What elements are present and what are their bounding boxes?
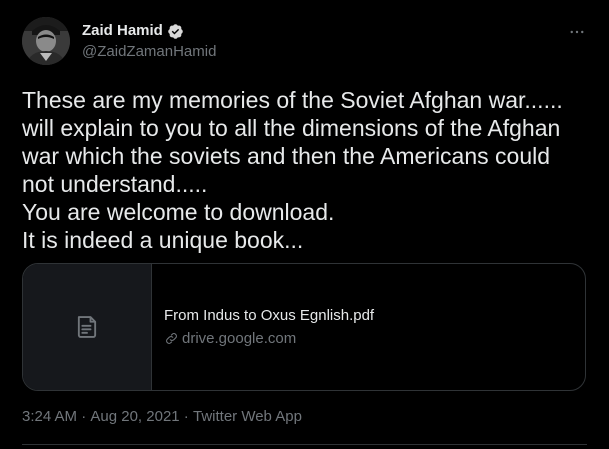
display-name[interactable]: Zaid Hamid (82, 21, 163, 41)
link-card[interactable]: From Indus to Oxus Egnlish.pdf drive.goo… (22, 263, 586, 391)
tweet-date[interactable]: Aug 20, 2021 (90, 407, 179, 427)
name-row: Zaid Hamid (82, 21, 216, 41)
link-icon (166, 333, 177, 344)
verified-badge-icon (167, 23, 184, 40)
author-info: Zaid Hamid @ZaidZamanHamid (82, 21, 216, 62)
card-domain: drive.google.com (182, 329, 297, 347)
tweet: Zaid Hamid @ZaidZamanHamid These are my … (0, 0, 609, 449)
card-domain-row: drive.google.com (164, 329, 374, 349)
avatar[interactable] (22, 17, 70, 65)
more-horizontal-icon (570, 30, 584, 34)
card-thumbnail (23, 264, 152, 390)
tweet-text: These are my memories of the Soviet Afgh… (22, 87, 563, 253)
divider (22, 444, 587, 445)
document-icon (77, 316, 97, 338)
tweet-source[interactable]: Twitter Web App (193, 407, 302, 427)
more-options-button[interactable] (567, 22, 587, 42)
meta-separator: · (77, 408, 91, 425)
user-avatar (22, 17, 70, 65)
tweet-metadata: 3:24 AM · Aug 20, 2021 · Twitter Web App (22, 407, 302, 427)
tweet-time[interactable]: 3:24 AM (22, 407, 77, 427)
handle[interactable]: @ZaidZamanHamid (82, 42, 216, 62)
card-body: From Indus to Oxus Egnlish.pdf drive.goo… (152, 264, 374, 390)
card-title: From Indus to Oxus Egnlish.pdf (164, 306, 375, 324)
meta-separator: · (179, 408, 193, 425)
